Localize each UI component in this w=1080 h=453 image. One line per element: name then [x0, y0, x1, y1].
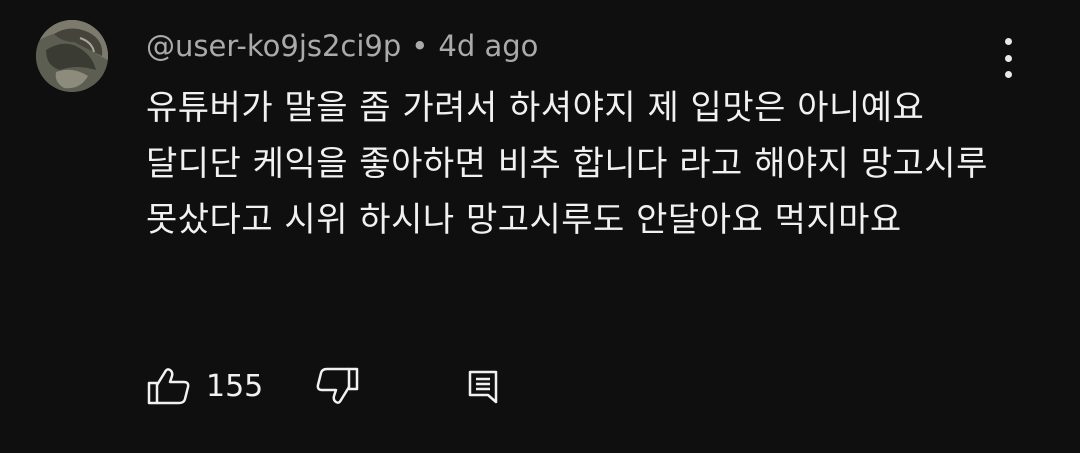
more-dot: [1004, 71, 1012, 78]
more-dot: [1004, 54, 1012, 62]
comment-meta: @user-ko9js2ci9p • 4d ago: [146, 26, 538, 66]
reply-comment-icon: [468, 370, 498, 404]
avatar[interactable]: [36, 20, 108, 92]
like-button[interactable]: 155: [146, 362, 263, 410]
thumbs-down-icon: [316, 367, 359, 404]
more-dot: [1004, 38, 1012, 45]
meta-separator: •: [411, 29, 429, 63]
comment-time[interactable]: 4d ago: [438, 29, 538, 63]
thumbs-up-icon: [147, 368, 190, 405]
like-count: 155: [206, 368, 264, 404]
avatar-image: [36, 20, 108, 92]
comment-text: 유튜버가 말을 좀 가려서 하셔야지 제 입맛은 아니예요 달디단 케익을 좋아…: [146, 88, 988, 240]
dislike-button[interactable]: [314, 362, 360, 410]
comment-item: @user-ko9js2ci9p • 4d ago 유튜버가 말을 좀 가려서 하셔…: [0, 0, 1080, 453]
comment-actions: 155: [146, 362, 646, 410]
more-options-button[interactable]: [990, 36, 1026, 80]
author-name[interactable]: @user-ko9js2ci9p: [146, 29, 401, 63]
reply-button[interactable]: [466, 362, 502, 410]
